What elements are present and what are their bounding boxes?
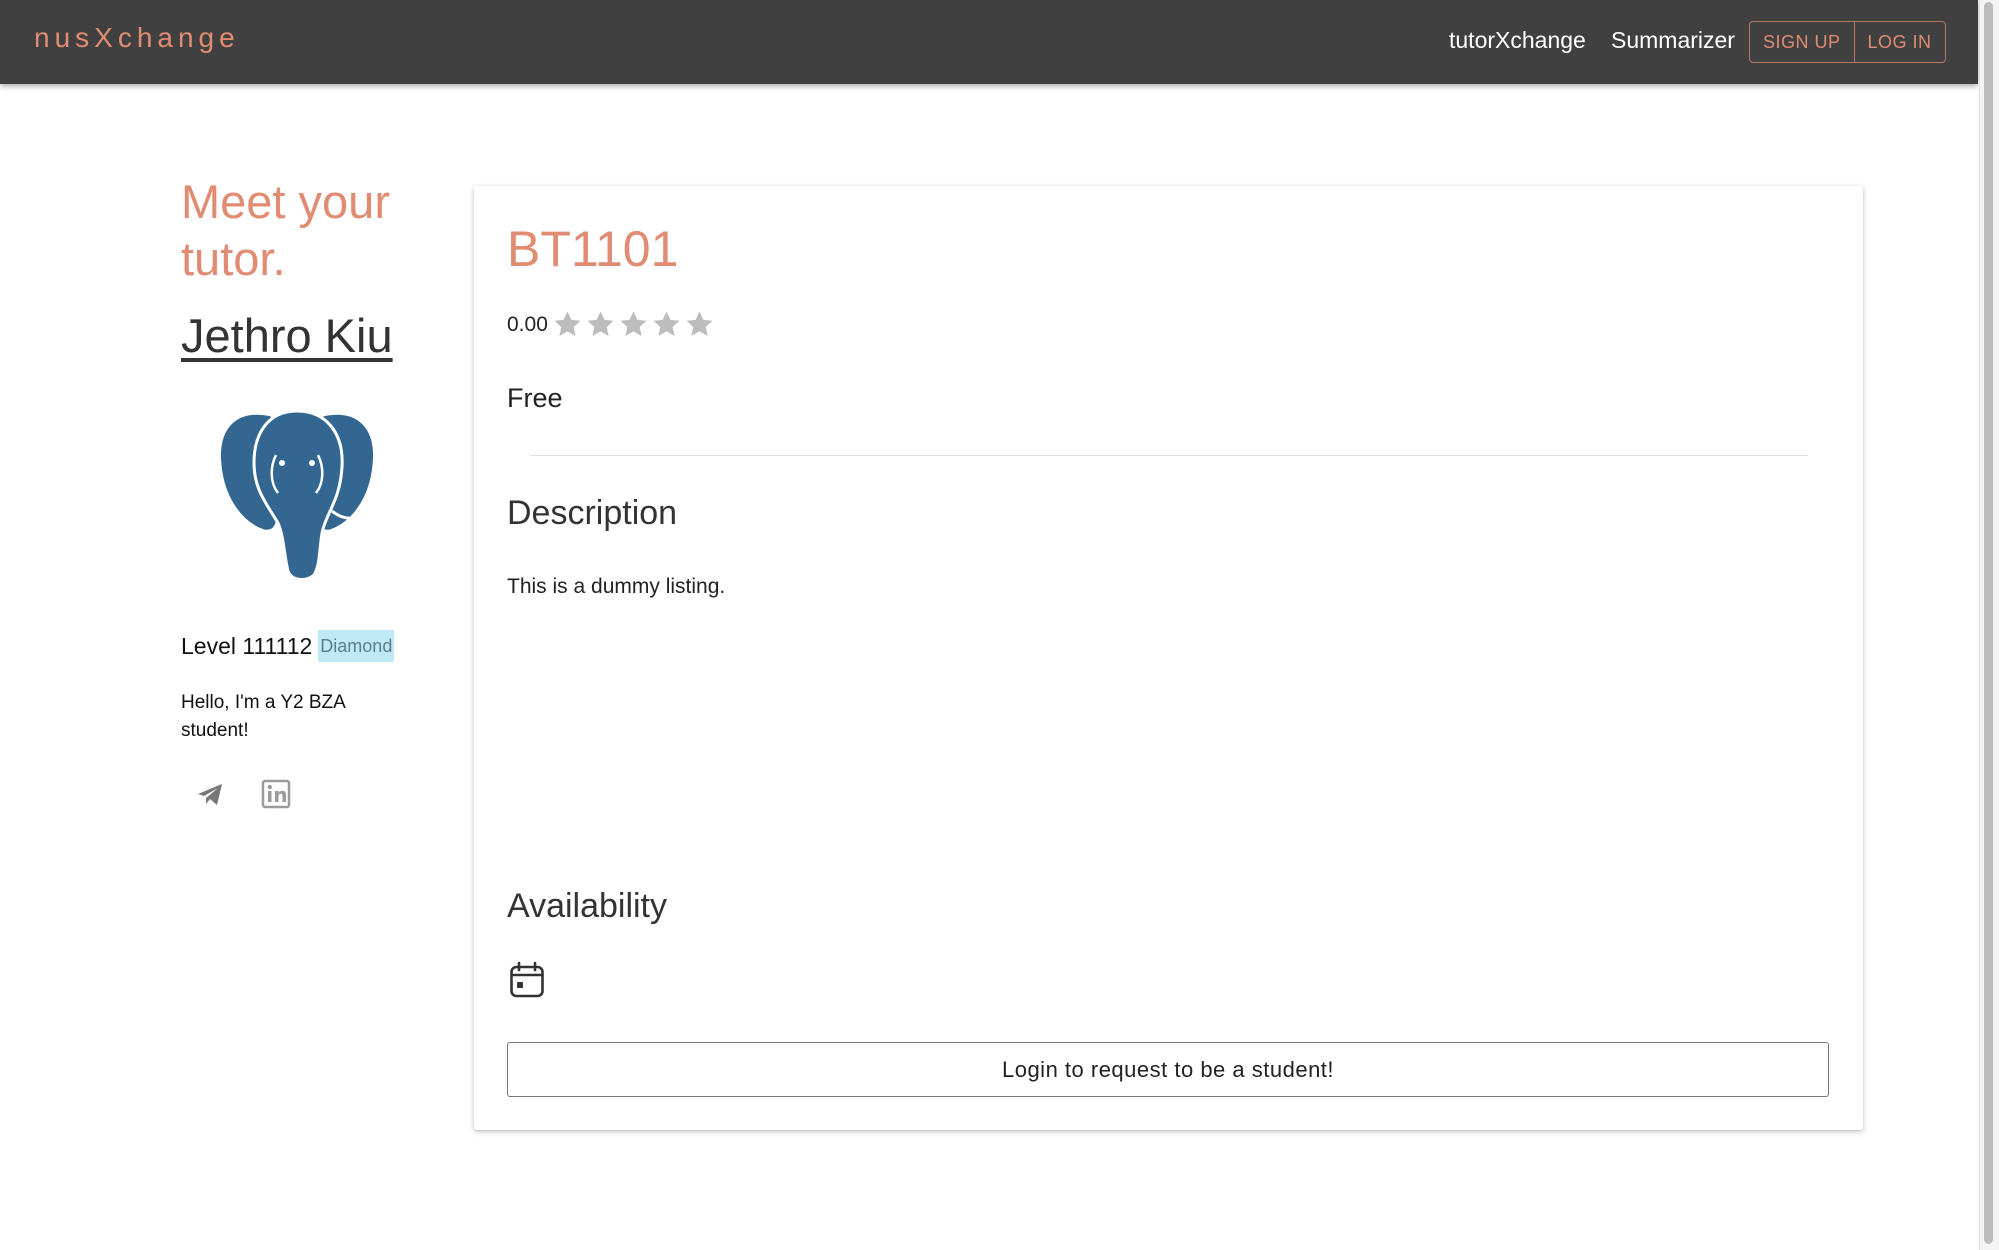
price-label: Free	[507, 383, 563, 413]
star-icon	[554, 311, 581, 337]
listing-card: BT1101 0.00 Free Description This is a d…	[474, 186, 1863, 1130]
star-icon	[653, 311, 680, 337]
rating-value: 0.00	[507, 312, 548, 336]
availability-heading: Availability	[507, 887, 668, 925]
level-text: Level 111112	[181, 632, 313, 659]
star-icon	[686, 311, 713, 337]
nav-link-tutorxchange[interactable]: tutorXchange	[1449, 27, 1586, 54]
level-row: Level 111112 Diamond	[181, 630, 395, 662]
tutor-bio: Hello, I'm a Y2 BZA student!	[181, 692, 345, 741]
auth-button-group: SIGN UP LOG IN	[1749, 21, 1946, 63]
meet-your-tutor-heading: Meet your tutor.	[181, 175, 390, 285]
request-to-be-student-button[interactable]: Login to request to be a student!	[507, 1042, 1829, 1097]
star-icon	[587, 311, 614, 337]
linkedin-icon[interactable]	[261, 779, 291, 809]
elephant-avatar-icon	[217, 409, 377, 580]
log-in-button[interactable]: LOG IN	[1853, 22, 1945, 62]
sign-up-button[interactable]: SIGN UP	[1750, 22, 1854, 62]
rating-row: 0.00	[507, 308, 716, 341]
top-navbar: nusXchange tutorXchange Summarizer SIGN …	[0, 0, 1978, 84]
description-text: This is a dummy listing.	[507, 575, 726, 598]
divider	[530, 455, 1808, 456]
calendar-icon[interactable]	[509, 961, 545, 999]
scrollbar-thumb[interactable]	[1984, 2, 1993, 1244]
description-heading: Description	[507, 494, 678, 532]
tutor-name-link[interactable]: Jethro Kiu	[181, 308, 393, 363]
nav-link-summarizer[interactable]: Summarizer	[1611, 27, 1735, 54]
tier-badge: Diamond	[318, 630, 395, 662]
brand-logo[interactable]: nusXchange	[34, 22, 240, 54]
telegram-icon[interactable]	[195, 779, 225, 809]
course-code: BT1101	[507, 221, 679, 277]
star-icon	[620, 311, 647, 337]
